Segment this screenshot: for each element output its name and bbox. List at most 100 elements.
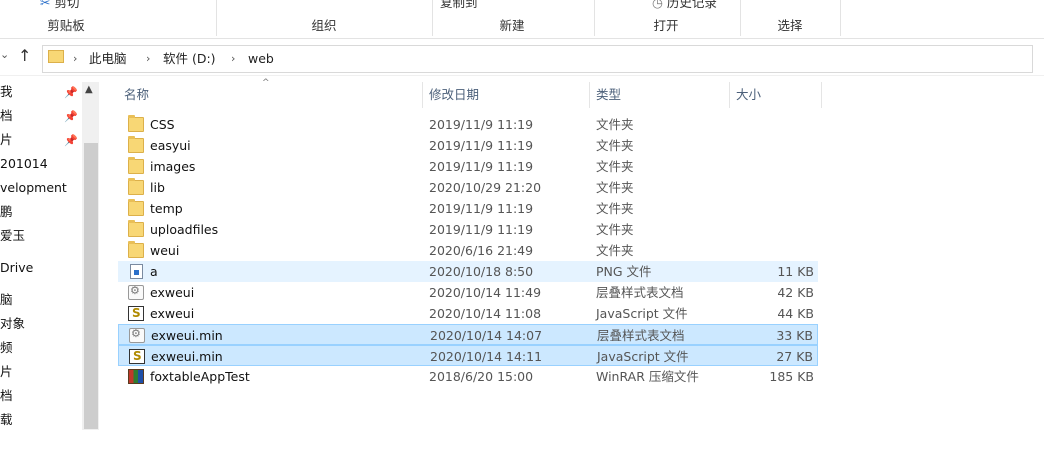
nav-item-documents[interactable]: 档 [0, 386, 13, 406]
file-type: WinRAR 压缩文件 [596, 369, 699, 384]
history-button[interactable]: ◷ 历史记录 [652, 0, 717, 11]
nav-item-downloads[interactable]: 载 [0, 410, 13, 430]
file-type: 文件夹 [596, 117, 634, 132]
file-name: foxtableAppTest [150, 369, 250, 384]
copy-to-button[interactable]: 复制到 [440, 0, 478, 11]
column-header-name[interactable]: 名称 [124, 86, 149, 104]
file-name: a [150, 264, 158, 279]
ribbon-divider [740, 0, 741, 36]
file-row-selected[interactable]: exweui.min 2020/10/14 14:07 层叠样式表文档 33 K… [118, 324, 818, 345]
file-name: temp [150, 201, 183, 216]
nav-item-onedrive[interactable]: Drive [0, 258, 33, 278]
column-divider[interactable] [729, 82, 730, 108]
file-type: JavaScript 文件 [596, 306, 688, 321]
breadcrumb-this-pc[interactable]: 此电脑 [89, 51, 127, 67]
file-size: 11 KB [777, 264, 814, 279]
column-divider[interactable] [821, 82, 822, 108]
file-date: 2019/11/9 11:19 [429, 138, 534, 153]
nav-item-pictures[interactable]: 片 [0, 362, 13, 382]
file-size: 185 KB [769, 369, 814, 384]
file-row[interactable]: exweui 2020/10/14 11:49 层叠样式表文档 42 KB [118, 282, 818, 303]
nav-item[interactable]: 201014 [0, 154, 48, 174]
file-date: 2019/11/9 11:19 [429, 159, 534, 174]
file-type: 文件夹 [596, 138, 634, 153]
file-type: 文件夹 [596, 180, 634, 195]
nav-scrollbar-thumb[interactable] [84, 143, 98, 429]
folder-icon [128, 220, 144, 237]
file-type: 文件夹 [596, 201, 634, 216]
column-header-type[interactable]: 类型 [596, 86, 621, 104]
column-header-size[interactable]: 大小 [736, 86, 761, 104]
nav-item[interactable]: 我 [0, 82, 13, 102]
column-divider[interactable] [422, 82, 423, 108]
nav-item-3d-objects[interactable]: 对象 [0, 314, 25, 334]
breadcrumb-chevron-icon[interactable]: › [73, 51, 77, 67]
nav-item-this-pc[interactable]: 脑 [0, 290, 13, 310]
recent-locations-chevron-icon[interactable]: ⌄ [0, 48, 9, 61]
column-divider[interactable] [589, 82, 590, 108]
nav-item[interactable]: velopment [0, 178, 67, 198]
cut-button[interactable]: ✂ 剪切 [40, 0, 79, 11]
file-row-selected[interactable]: exweui.min 2020/10/14 14:11 JavaScript 文… [118, 345, 818, 366]
history-icon: ◷ [652, 0, 663, 10]
file-date: 2020/10/14 11:08 [429, 306, 542, 321]
folder-icon [128, 115, 144, 132]
file-row[interactable]: lib 2020/10/29 21:20 文件夹 [118, 177, 818, 198]
file-type: 层叠样式表文档 [597, 328, 685, 343]
file-row[interactable]: easyui 2019/11/9 11:19 文件夹 [118, 135, 818, 156]
file-type: 文件夹 [596, 159, 634, 174]
file-name: CSS [150, 117, 175, 132]
rar-archive-icon [128, 369, 144, 384]
file-row[interactable]: temp 2019/11/9 11:19 文件夹 [118, 198, 818, 219]
column-header-date[interactable]: 修改日期 [429, 86, 479, 104]
file-row[interactable]: weui 2020/6/16 21:49 文件夹 [118, 240, 818, 261]
pin-icon[interactable]: 📌 [64, 86, 78, 99]
file-row[interactable]: foxtableAppTest 2018/6/20 15:00 WinRAR 压… [118, 366, 818, 387]
file-name: easyui [150, 138, 191, 153]
file-type: 文件夹 [596, 222, 634, 237]
file-row[interactable]: a 2020/10/18 8:50 PNG 文件 11 KB [118, 261, 818, 282]
scissors-icon: ✂ [40, 0, 51, 10]
nav-item[interactable]: 片 [0, 130, 13, 150]
nav-item[interactable]: 档 [0, 106, 13, 126]
group-clipboard-label: 剪贴板 [47, 18, 85, 33]
nav-item-videos[interactable]: 频 [0, 338, 13, 358]
nav-item[interactable]: 爱玉 [0, 226, 25, 246]
file-date: 2019/11/9 11:19 [429, 201, 534, 216]
breadcrumb-chevron-icon[interactable]: › [231, 51, 235, 67]
scroll-up-arrow-icon[interactable]: ▲ [85, 84, 93, 95]
nav-item[interactable]: 鹏 [0, 202, 13, 222]
folder-icon [128, 136, 144, 153]
file-date: 2020/10/14 11:49 [429, 285, 542, 300]
ribbon-divider [840, 0, 841, 36]
file-name: exweui [150, 306, 195, 321]
pin-icon[interactable]: 📌 [64, 134, 78, 147]
breadcrumb-drive-d[interactable]: 软件 (D:) [163, 51, 216, 67]
file-row[interactable]: images 2019/11/9 11:19 文件夹 [118, 156, 818, 177]
breadcrumb-chevron-icon[interactable]: › [146, 51, 150, 67]
file-type: JavaScript 文件 [597, 349, 689, 364]
file-type: 层叠样式表文档 [596, 285, 684, 300]
file-name: exweui [150, 285, 195, 300]
pin-icon[interactable]: 📌 [64, 110, 78, 123]
group-organize-label: 组织 [311, 18, 337, 33]
file-name: lib [150, 180, 165, 195]
file-row[interactable]: uploadfiles 2019/11/9 11:19 文件夹 [118, 219, 818, 240]
file-row[interactable]: CSS 2019/11/9 11:19 文件夹 [118, 114, 818, 135]
file-name: weui [150, 243, 180, 258]
file-date: 2020/10/18 8:50 [429, 264, 534, 279]
file-size: 42 KB [777, 285, 814, 300]
file-name: exweui.min [151, 328, 223, 343]
file-date: 2018/6/20 15:00 [429, 369, 534, 384]
group-new-label: 新建 [499, 18, 525, 33]
file-name: exweui.min [151, 349, 223, 364]
js-file-icon [129, 349, 145, 364]
ribbon-divider [216, 0, 217, 36]
breadcrumb-web[interactable]: web [248, 51, 274, 67]
file-name: images [150, 159, 196, 174]
ribbon-divider [594, 0, 595, 36]
js-file-icon [128, 306, 144, 321]
group-open-label: 打开 [653, 18, 679, 33]
up-arrow-icon[interactable]: ↑ [18, 46, 31, 65]
file-row[interactable]: exweui 2020/10/14 11:08 JavaScript 文件 44… [118, 303, 818, 324]
